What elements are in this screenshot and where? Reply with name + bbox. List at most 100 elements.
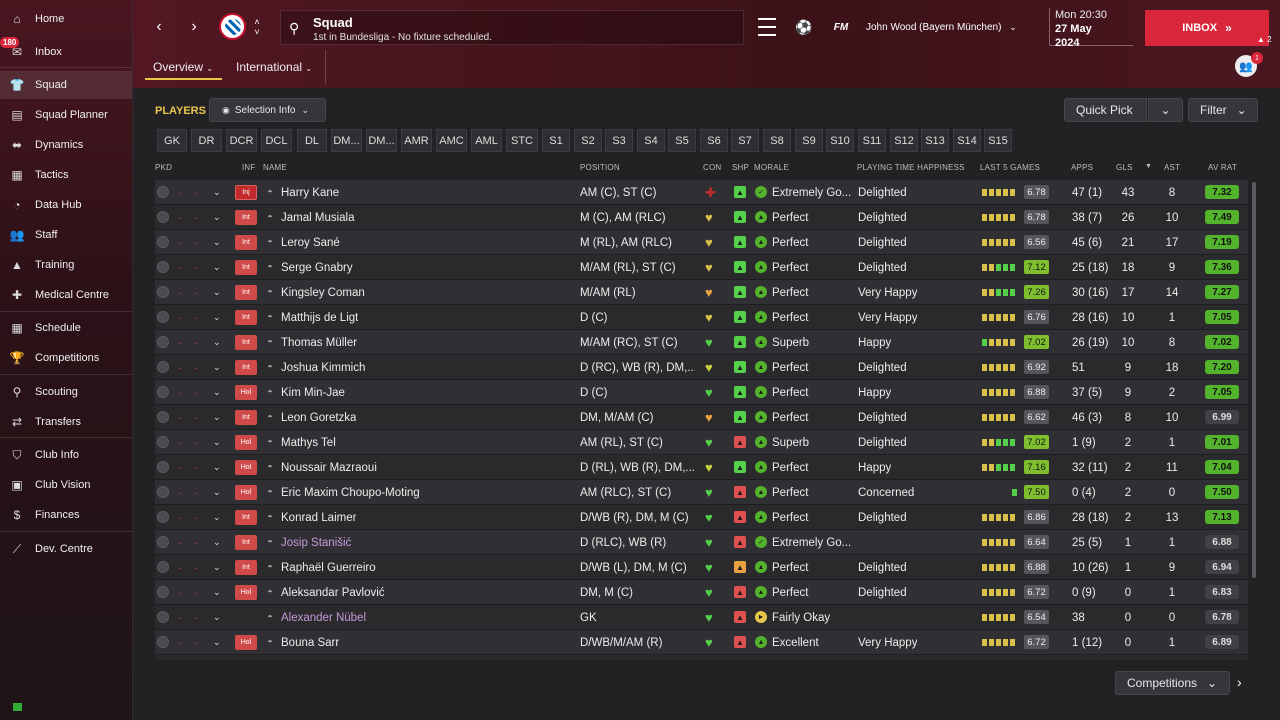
sidebar-item-training[interactable]: ▲ Training bbox=[0, 251, 132, 279]
pick-checkbox[interactable] bbox=[157, 561, 169, 573]
pick-checkbox[interactable] bbox=[157, 361, 169, 373]
inbox-continue-button[interactable]: INBOX » bbox=[1145, 10, 1269, 46]
position-chip[interactable]: DM... bbox=[366, 129, 397, 152]
pick-checkbox[interactable] bbox=[157, 386, 169, 398]
info-badge[interactable]: Int bbox=[235, 535, 257, 550]
column-header-av-rat[interactable]: AV RAT bbox=[1208, 163, 1237, 172]
player-name[interactable]: Konrad Laimer bbox=[281, 505, 356, 530]
info-badge[interactable]: Hol bbox=[235, 435, 257, 450]
position-chip[interactable]: S2 bbox=[574, 129, 602, 152]
info-badge[interactable]: Int bbox=[235, 285, 257, 300]
club-crest-icon[interactable] bbox=[219, 13, 246, 40]
position-chip[interactable]: S1 bbox=[542, 129, 570, 152]
column-header-last-5-games[interactable]: LAST 5 GAMES bbox=[980, 163, 1040, 172]
pick-checkbox[interactable] bbox=[157, 461, 169, 473]
chevron-down-icon[interactable]: ⌄ bbox=[213, 230, 221, 255]
chevron-down-icon[interactable]: ⌄ bbox=[213, 430, 221, 455]
sidebar-item-data-hub[interactable]: ◔ Data Hub bbox=[0, 191, 132, 219]
table-row[interactable]: - - ⌄ Int ◓ Jamal Musiala M (C), AM (RLC) ♥ ▲ ▲ Pe… bbox=[155, 205, 1248, 230]
chevron-down-icon[interactable]: ⌄ bbox=[213, 405, 221, 430]
pick-checkbox[interactable] bbox=[157, 336, 169, 348]
info-badge[interactable]: Int bbox=[235, 260, 257, 275]
column-header-pkd[interactable]: PKD bbox=[155, 163, 172, 172]
info-badge[interactable]: Int bbox=[235, 510, 257, 525]
position-chip[interactable]: S4 bbox=[637, 129, 665, 152]
sidebar-item-staff[interactable]: 👥 Staff bbox=[0, 221, 132, 249]
position-chip[interactable]: S3 bbox=[605, 129, 633, 152]
chevron-down-icon[interactable]: ⌄ bbox=[213, 480, 221, 505]
info-badge[interactable]: Int bbox=[235, 235, 257, 250]
sidebar-item-inbox[interactable]: ✉ Inbox bbox=[0, 38, 132, 66]
info-badge[interactable]: Hol bbox=[235, 385, 257, 400]
chevron-down-icon[interactable]: ⌄ bbox=[213, 505, 221, 530]
chevron-down-icon[interactable]: ⌄ bbox=[213, 180, 221, 205]
pick-checkbox[interactable] bbox=[157, 186, 169, 198]
position-chip[interactable]: S5 bbox=[668, 129, 696, 152]
sort-desc-icon[interactable]: ▼ bbox=[1145, 163, 1152, 170]
player-name[interactable]: Joshua Kimmich bbox=[281, 355, 365, 380]
info-badge[interactable]: Int bbox=[235, 335, 257, 350]
position-chip[interactable]: S7 bbox=[731, 129, 759, 152]
player-name[interactable]: Leroy Sané bbox=[281, 230, 340, 255]
chevron-down-icon[interactable]: ⌄ bbox=[213, 455, 221, 480]
sidebar-item-tactics[interactable]: ▦ Tactics bbox=[0, 161, 132, 189]
info-badge[interactable]: Hol bbox=[235, 485, 257, 500]
page-search-box[interactable]: ⚲ Squad 1st in Bundesliga - No fixture s… bbox=[280, 10, 744, 45]
player-name[interactable]: Jamal Musiala bbox=[281, 205, 355, 230]
position-chip[interactable]: GK bbox=[157, 129, 187, 152]
table-row[interactable]: - - ⌄ Int ◓ Josip Stanišić D (RLC), WB (R) ♥ ▲ ✓ E… bbox=[155, 530, 1248, 555]
table-row[interactable]: - - ⌄ Hol ◓ Noussair Mazraoui D (RL), WB (R), … bbox=[155, 455, 1248, 480]
chevron-down-icon[interactable]: ⌄ bbox=[213, 305, 221, 330]
table-row[interactable]: - - ⌄ Hol ◓ Mathys Tel AM (RL), ST (C) ♥ ▲ ▲ Super… bbox=[155, 430, 1248, 455]
position-chip[interactable]: DCL bbox=[261, 129, 292, 152]
sidebar-item-dynamics[interactable]: ⬌ Dynamics bbox=[0, 131, 132, 159]
position-chip[interactable]: DL bbox=[297, 129, 327, 152]
position-chip[interactable]: S15 bbox=[984, 129, 1012, 152]
sidebar-item-scouting[interactable]: ⚲ Scouting bbox=[0, 378, 132, 406]
chevron-down-icon[interactable]: ⌄ bbox=[213, 530, 221, 555]
sidebar-item-dev-centre[interactable]: ⟋ Dev. Centre bbox=[0, 535, 132, 563]
position-chip[interactable]: STC bbox=[506, 129, 538, 152]
sidebar-item-home[interactable]: ⌂ Home bbox=[0, 5, 132, 33]
position-chip[interactable]: S12 bbox=[890, 129, 918, 152]
table-row[interactable]: - - ⌄ Inj ◓ Harry Kane AM (C), ST (C) ✚ ▲ ✓ Extrem… bbox=[155, 180, 1248, 205]
pick-checkbox[interactable] bbox=[157, 211, 169, 223]
player-name[interactable]: Kim Min-Jae bbox=[281, 380, 345, 405]
info-badge[interactable]: Int bbox=[235, 410, 257, 425]
quick-pick-button[interactable]: Quick Pick bbox=[1064, 98, 1147, 122]
column-header-morale[interactable]: MORALE bbox=[754, 163, 789, 172]
player-name[interactable]: Noussair Mazraoui bbox=[281, 455, 377, 480]
player-name[interactable]: Bouna Sarr bbox=[281, 630, 339, 655]
column-header-apps[interactable]: APPS bbox=[1071, 163, 1093, 172]
club-switcher-icon[interactable]: ˄ ˅ bbox=[251, 14, 263, 40]
position-chip[interactable]: DM... bbox=[331, 129, 362, 152]
sidebar-item-transfers[interactable]: ⇄ Transfers bbox=[0, 408, 132, 436]
table-row[interactable]: - - ⌄ Int ◓ Serge Gnabry M/AM (RL), ST (C) ♥ ▲ ▲ P… bbox=[155, 255, 1248, 280]
table-row[interactable]: - - ⌄ Int ◓ Konrad Laimer D/WB (R), DM, M (C) ♥… bbox=[155, 505, 1248, 530]
position-chip[interactable]: S10 bbox=[826, 129, 854, 152]
table-row[interactable]: - - ⌄ ◓ Alexander Nübel GK ♥ ▲ ► Fairly Okay 6.54 3… bbox=[155, 605, 1248, 630]
pick-checkbox[interactable] bbox=[157, 261, 169, 273]
chevron-down-icon[interactable]: ⌄ bbox=[213, 555, 221, 580]
player-name[interactable]: Aleksandar Pavlović bbox=[281, 580, 385, 605]
table-row[interactable]: - - ⌄ Int ◓ Leroy Sané M (RL), AM (RLC) ♥ ▲ ▲ Perf… bbox=[155, 230, 1248, 255]
position-chip[interactable]: S8 bbox=[763, 129, 791, 152]
pick-checkbox[interactable] bbox=[157, 311, 169, 323]
sidebar-item-squad[interactable]: 👕 Squad bbox=[0, 71, 132, 99]
player-name[interactable]: Alexander Nübel bbox=[281, 605, 366, 630]
position-chip[interactable]: AMC bbox=[436, 129, 467, 152]
player-name[interactable]: Serge Gnabry bbox=[281, 255, 353, 280]
sidebar-item-club-info[interactable]: ⛉ Club Info bbox=[0, 441, 132, 469]
table-row[interactable]: - - ⌄ Int ◓ Thomas Müller M/AM (RC), ST (C) ♥ ▲ ▲… bbox=[155, 330, 1248, 355]
info-badge[interactable]: Int bbox=[235, 310, 257, 325]
back-arrow-icon[interactable]: ‹ bbox=[149, 16, 169, 38]
column-header-shp[interactable]: SHP bbox=[732, 163, 749, 172]
column-header-name[interactable]: NAME bbox=[263, 163, 287, 172]
info-badge[interactable]: Hol bbox=[235, 585, 257, 600]
pick-checkbox[interactable] bbox=[157, 411, 169, 423]
pick-checkbox[interactable] bbox=[157, 486, 169, 498]
position-chip[interactable]: S9 bbox=[795, 129, 823, 152]
info-badge[interactable]: Int bbox=[235, 560, 257, 575]
column-header-ast[interactable]: AST bbox=[1164, 163, 1180, 172]
fm-logo[interactable]: FM bbox=[830, 20, 852, 34]
